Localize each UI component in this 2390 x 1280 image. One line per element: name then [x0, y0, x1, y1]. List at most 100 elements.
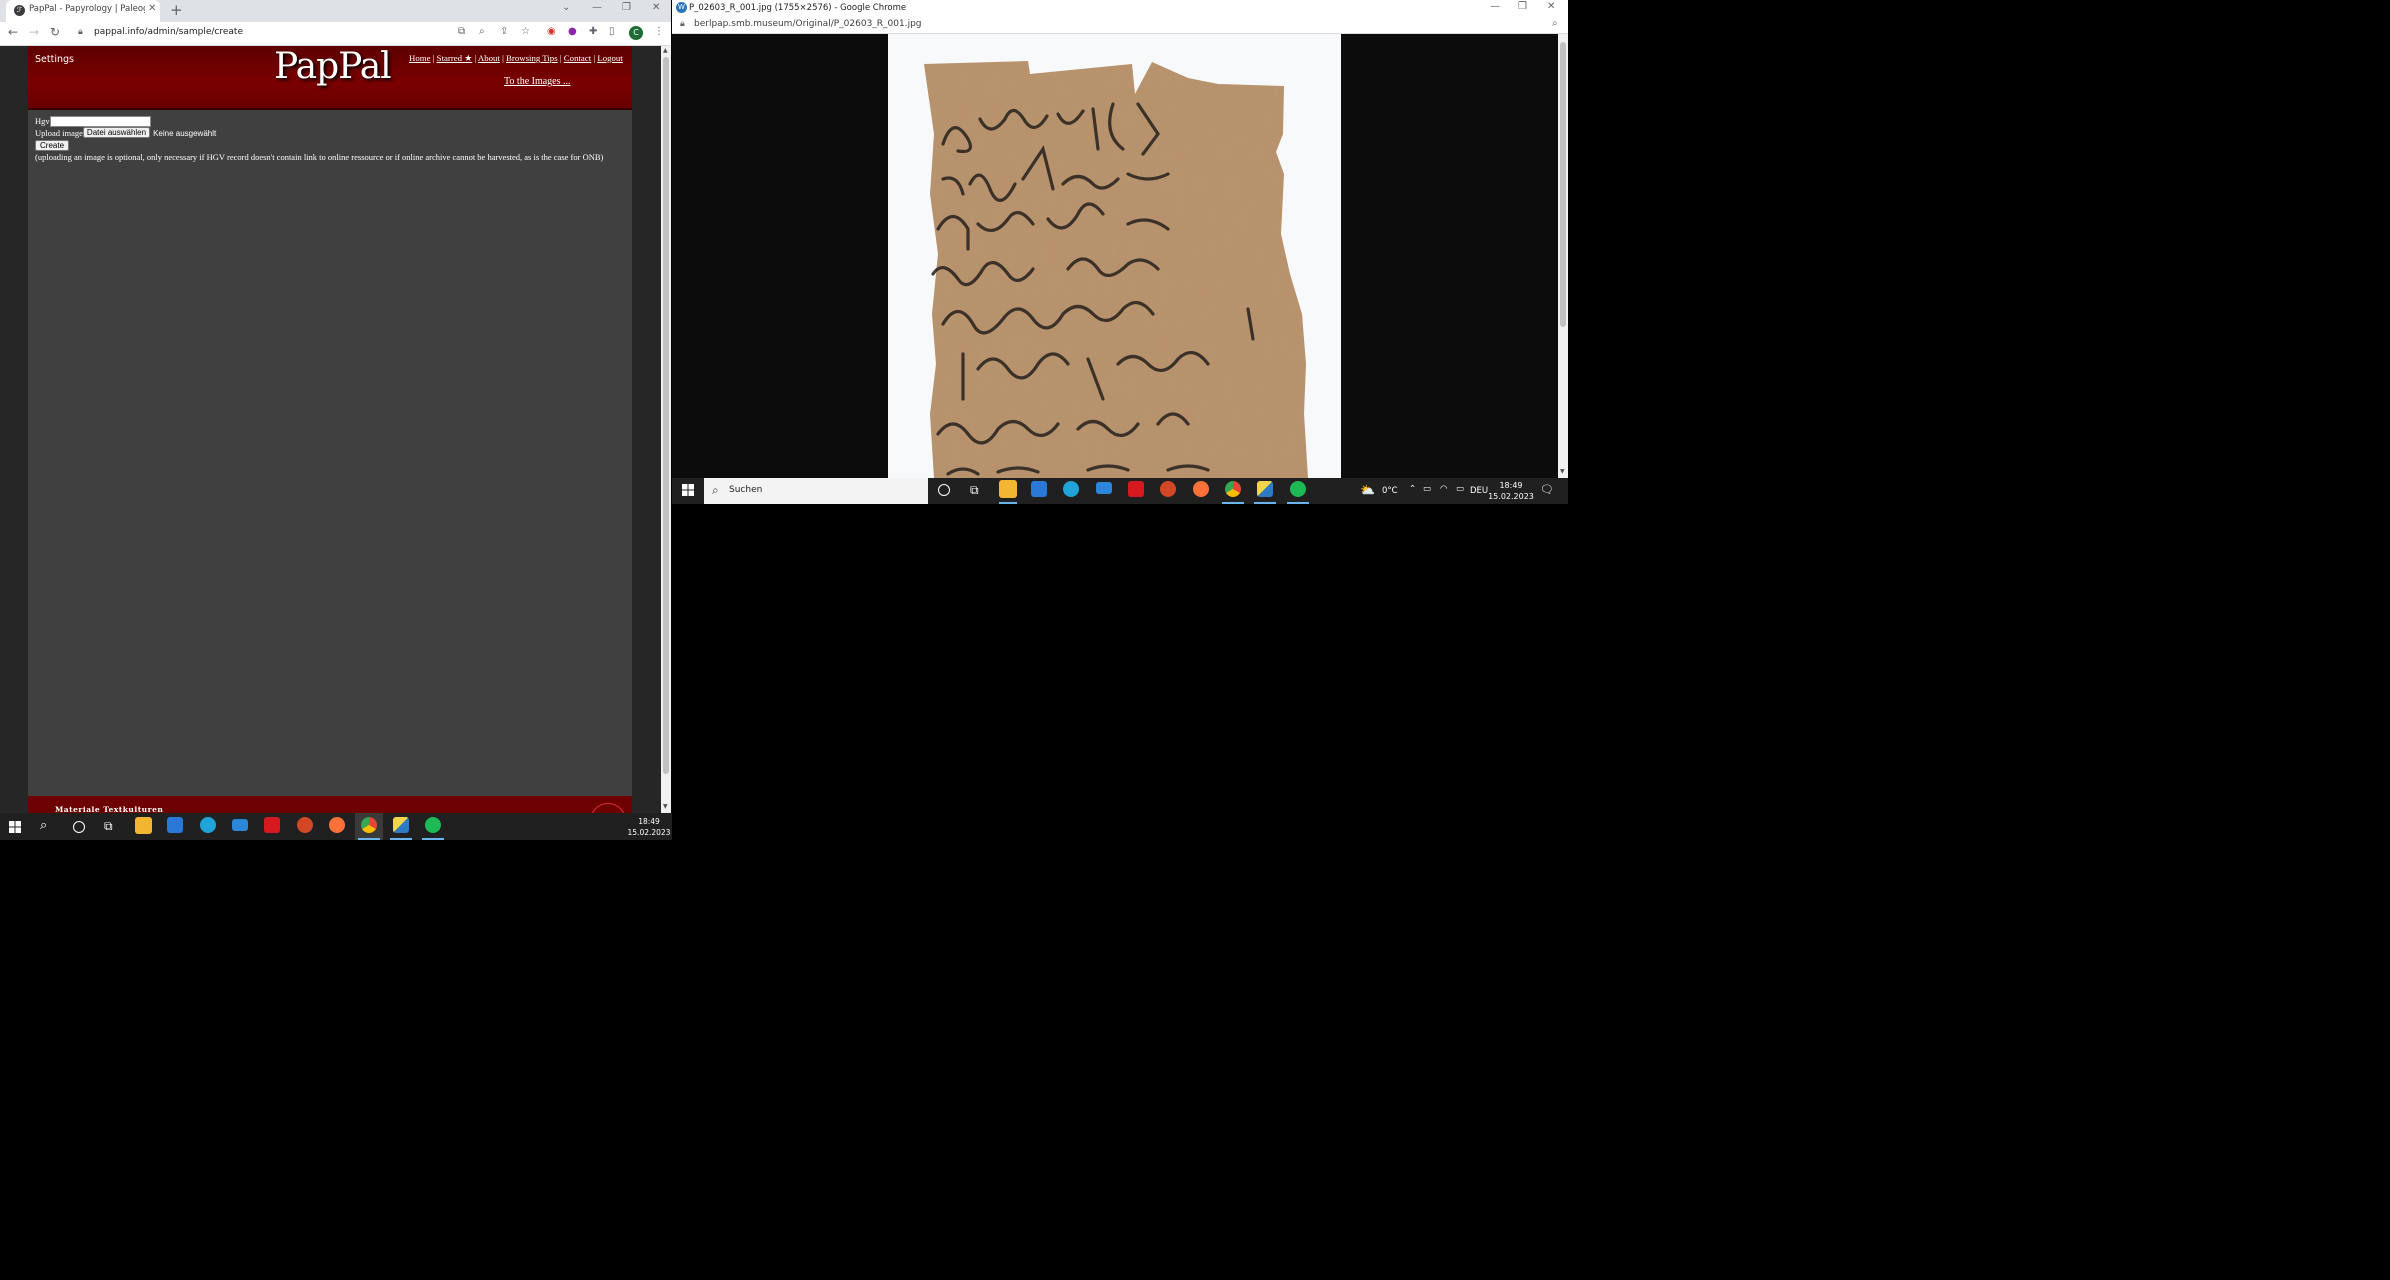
- hgv-input[interactable]: [49, 116, 151, 127]
- task-view-icon[interactable]: ⧉: [104, 819, 113, 834]
- nav-contact[interactable]: Contact: [564, 53, 591, 63]
- network-icon[interactable]: ▭: [1423, 484, 1431, 494]
- microsoft-store-icon[interactable]: [167, 817, 183, 833]
- active-indicator: [1287, 502, 1309, 504]
- reload-icon[interactable]: ↻: [50, 25, 60, 39]
- address-bar[interactable]: 🔒︎ pappal.info/admin/sample/create: [72, 24, 542, 43]
- mail-icon[interactable]: [232, 819, 248, 831]
- zoom-icon[interactable]: ⌕: [1552, 18, 1558, 29]
- weather-temperature[interactable]: 0°C: [1382, 486, 1398, 496]
- clock-time: 18:49: [1499, 481, 1523, 490]
- profile-avatar[interactable]: C: [629, 26, 643, 40]
- restore-icon[interactable]: ❐: [1518, 1, 1527, 12]
- cortana-icon[interactable]: [73, 821, 85, 833]
- active-indicator: [390, 838, 412, 840]
- windows-start-icon[interactable]: [682, 484, 694, 496]
- wifi-icon[interactable]: ◠: [1440, 484, 1447, 494]
- share-icon[interactable]: ⇪: [500, 26, 508, 37]
- file-explorer-icon[interactable]: [999, 480, 1017, 498]
- acrobat-icon[interactable]: [264, 817, 280, 833]
- create-sample-form: Hgv Upload image Datei auswählen Keine aus…: [35, 115, 603, 163]
- edge-icon[interactable]: [1063, 481, 1079, 497]
- close-window-icon[interactable]: ✕: [652, 2, 660, 13]
- scroll-down-icon[interactable]: ▼: [1560, 468, 1565, 475]
- nav-logout[interactable]: Logout: [597, 53, 622, 63]
- taskbar-clock[interactable]: 18:49 15.02.2023: [1488, 480, 1534, 502]
- file-explorer-icon[interactable]: [135, 817, 152, 834]
- extension-red-icon[interactable]: ◉: [547, 26, 556, 37]
- nav-home[interactable]: Home: [409, 53, 431, 63]
- powerpoint-icon[interactable]: [297, 817, 313, 833]
- minimize-icon[interactable]: —: [1490, 1, 1500, 12]
- menu-kebab-icon[interactable]: ⋮: [654, 26, 664, 37]
- active-indicator: [422, 838, 444, 840]
- language-indicator[interactable]: DEU: [1470, 486, 1488, 496]
- extensions-puzzle-icon[interactable]: ✚: [589, 26, 597, 37]
- translate-icon[interactable]: ⧉: [458, 26, 465, 37]
- image-scrollbar[interactable]: ▼: [1558, 34, 1568, 478]
- windows-start-icon[interactable]: [9, 821, 21, 833]
- settings-link[interactable]: Settings: [35, 54, 74, 65]
- browser-toolbar: ← → ↻ 🔒︎ pappal.info/admin/sample/create…: [0, 22, 671, 46]
- site-logo[interactable]: PapPal: [274, 46, 392, 87]
- microsoft-store-icon[interactable]: [1031, 481, 1047, 497]
- extension-purple-icon[interactable]: ●: [568, 26, 577, 37]
- scrollbar-thumb[interactable]: [1560, 42, 1566, 327]
- scrollbar-thumb[interactable]: [663, 57, 669, 774]
- clock-date: 15.02.2023: [1488, 492, 1534, 501]
- bookmark-star-icon[interactable]: ☆: [521, 26, 530, 37]
- choose-file-button[interactable]: Datei auswählen: [82, 127, 151, 138]
- scroll-down-icon[interactable]: ▼: [663, 803, 668, 810]
- active-indicator: [358, 838, 380, 840]
- search-placeholder: Suchen: [729, 485, 763, 495]
- taskbar-clock[interactable]: 18:49 15.02.2023: [627, 816, 671, 838]
- clock-date: 15.02.2023: [627, 828, 671, 837]
- side-panel-icon[interactable]: ▯: [609, 26, 615, 37]
- spotify-icon[interactable]: [425, 817, 441, 833]
- clock-time: 18:49: [638, 817, 660, 826]
- edge-icon[interactable]: [200, 817, 216, 833]
- firefox-icon[interactable]: [1193, 481, 1209, 497]
- scroll-up-icon[interactable]: ▲: [663, 47, 668, 54]
- nav-browsing-tips[interactable]: Browsing Tips: [506, 53, 558, 63]
- create-row: Create: [35, 139, 603, 151]
- chrome-taskbar-active[interactable]: [355, 813, 383, 840]
- acrobat-icon[interactable]: [1128, 481, 1144, 497]
- sticky-app-icon[interactable]: [393, 817, 409, 833]
- address-bar[interactable]: 🔒︎ berlpap.smb.museum/Original/P_02603_R…: [672, 16, 1568, 34]
- nav-about[interactable]: About: [478, 53, 500, 63]
- firefox-icon[interactable]: [329, 817, 345, 833]
- search-icon[interactable]: ⌕: [40, 818, 47, 833]
- forward-icon[interactable]: →: [29, 25, 39, 39]
- close-tab-icon[interactable]: ✕: [148, 3, 156, 14]
- tab-pappal[interactable]: ℱ PapPal - Papyrology | Paleograph ✕: [6, 0, 160, 22]
- zoom-icon[interactable]: ⌕: [479, 26, 485, 37]
- back-icon[interactable]: ←: [8, 25, 18, 39]
- taskbar-search-box[interactable]: ⌕ Suchen: [704, 478, 928, 504]
- papyrus-image[interactable]: [888, 34, 1341, 478]
- weather-icon[interactable]: ⛅: [1360, 483, 1375, 497]
- cortana-icon[interactable]: [938, 484, 950, 496]
- restore-icon[interactable]: ❐: [622, 2, 631, 13]
- no-file-chosen-text: Keine ausgewählt: [153, 129, 217, 138]
- sticky-app-icon[interactable]: [1257, 481, 1273, 497]
- tab-search-chevron-icon[interactable]: ⌄: [562, 2, 570, 13]
- task-view-icon[interactable]: ⧉: [970, 483, 979, 498]
- battery-icon[interactable]: ▭: [1456, 484, 1464, 494]
- upload-note: (uploading an image is optional, only ne…: [35, 152, 604, 162]
- page-scrollbar[interactable]: ▲ ▼: [661, 46, 671, 813]
- chrome-icon[interactable]: [1225, 481, 1241, 497]
- tray-chevron-icon[interactable]: ⌃: [1409, 484, 1416, 494]
- url-text[interactable]: pappal.info/admin/sample/create: [94, 27, 243, 37]
- notifications-icon[interactable]: 🗨︎: [1540, 483, 1554, 496]
- nav-starred[interactable]: Starred ★: [437, 53, 473, 63]
- powerpoint-icon[interactable]: [1160, 481, 1176, 497]
- new-tab-icon[interactable]: +: [170, 1, 183, 19]
- mail-icon[interactable]: [1096, 482, 1112, 494]
- close-window-icon[interactable]: ✕: [1547, 1, 1555, 12]
- create-button[interactable]: Create: [35, 140, 70, 151]
- minimize-icon[interactable]: —: [592, 2, 602, 13]
- url-text[interactable]: berlpap.smb.museum/Original/P_02603_R_00…: [694, 19, 922, 29]
- spotify-icon[interactable]: [1290, 481, 1306, 497]
- to-images-link[interactable]: To the Images ...: [504, 76, 571, 87]
